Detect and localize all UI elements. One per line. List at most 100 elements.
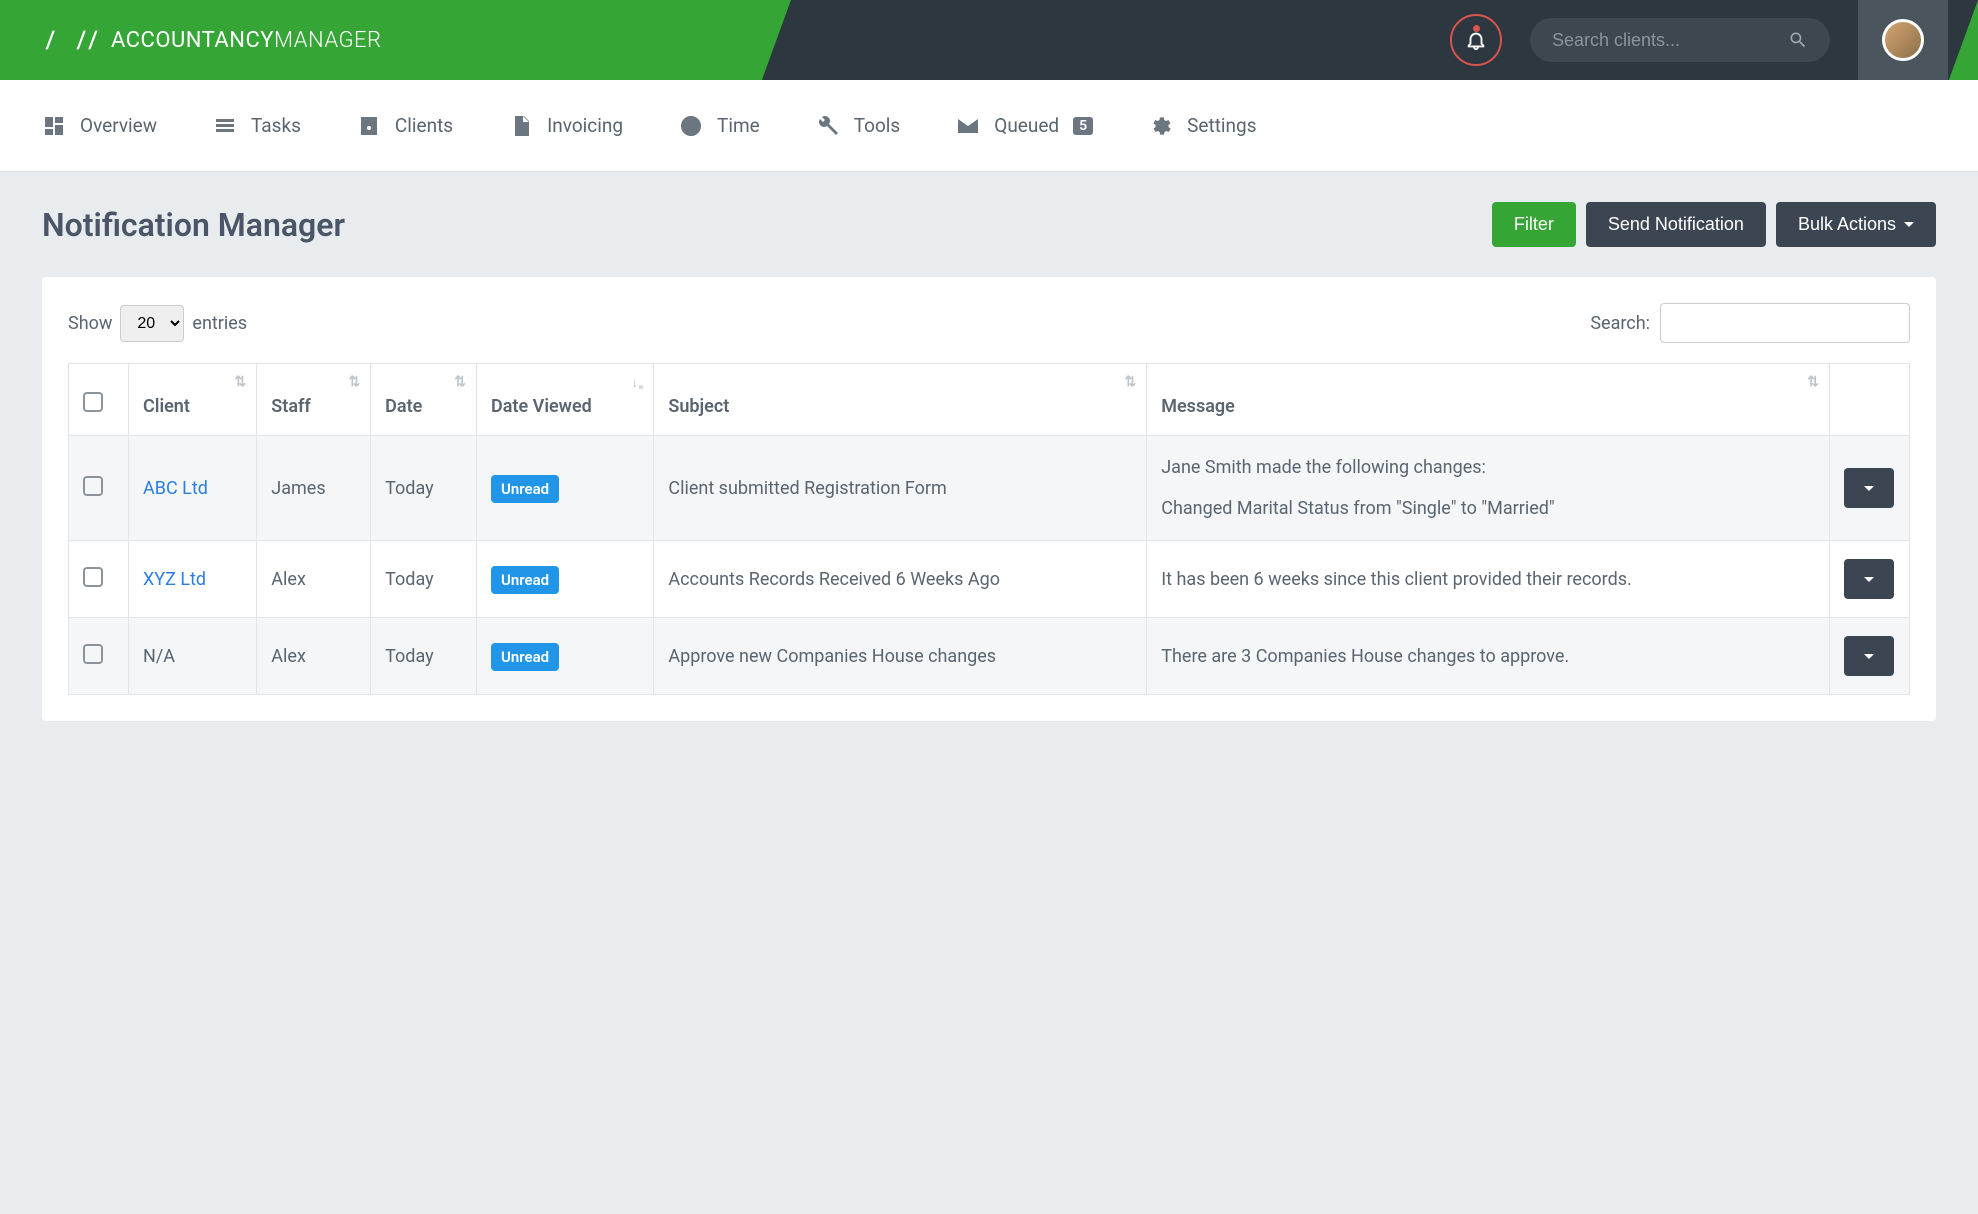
col-subject[interactable]: Subject⇅ bbox=[654, 364, 1147, 436]
client-link[interactable]: ABC Ltd bbox=[143, 478, 208, 499]
col-staff[interactable]: Staff⇅ bbox=[257, 364, 371, 436]
cell-client: XYZ Ltd bbox=[129, 541, 257, 618]
cell-client: N/A bbox=[129, 618, 257, 695]
cell-date: Today bbox=[371, 436, 477, 541]
unread-badge: Unread bbox=[491, 566, 559, 594]
nav-settings-label: Settings bbox=[1187, 114, 1256, 137]
notifications-table: Client⇅ Staff⇅ Date⇅ Date Viewed↓₌ Subje… bbox=[68, 363, 1910, 695]
app-header: ACCOUNTANCYMANAGER bbox=[0, 0, 1978, 80]
caret-down-icon bbox=[1864, 654, 1874, 659]
bulk-actions-label: Bulk Actions bbox=[1798, 214, 1896, 235]
nav-tasks[interactable]: Tasks bbox=[213, 114, 301, 138]
sort-desc-icon: ↓₌ bbox=[631, 374, 643, 391]
col-date-viewed[interactable]: Date Viewed↓₌ bbox=[477, 364, 654, 436]
client-search[interactable] bbox=[1530, 18, 1830, 62]
user-menu[interactable] bbox=[1858, 0, 1948, 80]
unread-badge: Unread bbox=[491, 643, 559, 671]
sort-icon: ⇅ bbox=[348, 374, 360, 390]
nav-queued-label: Queued bbox=[994, 114, 1059, 137]
cell-date: Today bbox=[371, 541, 477, 618]
cell-message: There are 3 Companies House changes to a… bbox=[1147, 618, 1830, 695]
clock-icon bbox=[679, 114, 703, 138]
nav-clients[interactable]: Clients bbox=[357, 114, 453, 138]
cell-date-viewed: Unread bbox=[477, 618, 654, 695]
cell-staff: James bbox=[257, 436, 371, 541]
unread-badge: Unread bbox=[491, 475, 559, 503]
col-client[interactable]: Client⇅ bbox=[129, 364, 257, 436]
nav-invoicing-label: Invoicing bbox=[547, 114, 623, 137]
cell-subject: Approve new Companies House changes bbox=[654, 618, 1147, 695]
send-notification-button[interactable]: Send Notification bbox=[1586, 202, 1766, 247]
nav-invoicing[interactable]: Invoicing bbox=[509, 114, 623, 138]
sort-icon: ⇅ bbox=[235, 374, 247, 390]
caret-down-icon bbox=[1864, 577, 1874, 582]
show-entries-prefix: Show bbox=[68, 313, 112, 334]
gear-icon bbox=[1149, 114, 1173, 138]
client-link[interactable]: XYZ Ltd bbox=[143, 569, 206, 590]
nav-time-label: Time bbox=[717, 114, 760, 137]
sort-icon: ⇅ bbox=[1807, 374, 1819, 390]
tools-icon bbox=[816, 114, 840, 138]
show-entries-suffix: entries bbox=[192, 313, 247, 334]
search-icon bbox=[1788, 30, 1808, 50]
nav-tasks-label: Tasks bbox=[251, 114, 301, 137]
row-actions-button[interactable] bbox=[1844, 636, 1894, 676]
col-date[interactable]: Date⇅ bbox=[371, 364, 477, 436]
main-nav: Overview Tasks Clients Invoicing Time To… bbox=[0, 80, 1978, 172]
select-all-checkbox[interactable] bbox=[83, 392, 103, 412]
row-checkbox[interactable] bbox=[83, 644, 103, 664]
notification-dot-icon bbox=[1473, 25, 1480, 32]
caret-down-icon bbox=[1864, 486, 1874, 491]
table-search-label: Search: bbox=[1590, 313, 1650, 334]
nav-overview-label: Overview bbox=[80, 114, 157, 137]
cell-subject: Accounts Records Received 6 Weeks Ago bbox=[654, 541, 1147, 618]
invoicing-icon bbox=[509, 114, 533, 138]
row-checkbox[interactable] bbox=[83, 567, 103, 587]
sort-icon: ⇅ bbox=[454, 374, 466, 390]
nav-settings[interactable]: Settings bbox=[1149, 114, 1256, 138]
cell-date-viewed: Unread bbox=[477, 436, 654, 541]
search-input[interactable] bbox=[1552, 30, 1788, 51]
col-message[interactable]: Message⇅ bbox=[1147, 364, 1830, 436]
nav-overview[interactable]: Overview bbox=[42, 114, 157, 138]
bulk-actions-button[interactable]: Bulk Actions bbox=[1776, 202, 1936, 247]
table-search-input[interactable] bbox=[1660, 303, 1910, 343]
brand-name-bold: ACCOUNTANCY bbox=[111, 28, 274, 53]
table-row: XYZ Ltd AlexToday Unread Accounts Records R… bbox=[69, 541, 1910, 618]
bell-icon bbox=[1465, 29, 1487, 51]
page-title: Notification Manager bbox=[42, 206, 345, 244]
cell-date-viewed: Unread bbox=[477, 541, 654, 618]
nav-queued[interactable]: Queued 5 bbox=[956, 114, 1093, 138]
row-actions-button[interactable] bbox=[1844, 559, 1894, 599]
brand-logo: ACCOUNTANCYMANAGER bbox=[42, 26, 382, 54]
queued-count-badge: 5 bbox=[1073, 117, 1093, 135]
nav-tools[interactable]: Tools bbox=[816, 114, 901, 138]
notifications-bell[interactable] bbox=[1450, 14, 1502, 66]
row-actions-button[interactable] bbox=[1844, 468, 1894, 508]
brand-mark-icon bbox=[42, 26, 101, 54]
table-row: ABC Ltd JamesToday Unread Client submitted … bbox=[69, 436, 1910, 541]
nav-clients-label: Clients bbox=[395, 114, 453, 137]
clients-icon bbox=[357, 114, 381, 138]
tasks-icon bbox=[213, 114, 237, 138]
caret-down-icon bbox=[1904, 222, 1914, 227]
notifications-card: Show 20 entries Search: Client⇅ Staff⇅ D… bbox=[42, 277, 1936, 721]
brand-name-light: MANAGER bbox=[274, 28, 381, 53]
nav-tools-label: Tools bbox=[854, 114, 901, 137]
cell-client: ABC Ltd bbox=[129, 436, 257, 541]
avatar bbox=[1882, 19, 1924, 61]
entries-select[interactable]: 20 bbox=[120, 305, 184, 342]
row-checkbox[interactable] bbox=[83, 476, 103, 496]
table-row: N/AAlexToday Unread Approve new Companies … bbox=[69, 618, 1910, 695]
mail-icon bbox=[956, 114, 980, 138]
nav-time[interactable]: Time bbox=[679, 114, 760, 138]
cell-subject: Client submitted Registration Form bbox=[654, 436, 1147, 541]
cell-message: It has been 6 weeks since this client pr… bbox=[1147, 541, 1830, 618]
cell-staff: Alex bbox=[257, 618, 371, 695]
cell-date: Today bbox=[371, 618, 477, 695]
cell-message: Jane Smith made the following changes:Ch… bbox=[1147, 436, 1830, 541]
cell-staff: Alex bbox=[257, 541, 371, 618]
sort-icon: ⇅ bbox=[1125, 374, 1137, 390]
dashboard-icon bbox=[42, 114, 66, 138]
filter-button[interactable]: Filter bbox=[1492, 202, 1576, 247]
